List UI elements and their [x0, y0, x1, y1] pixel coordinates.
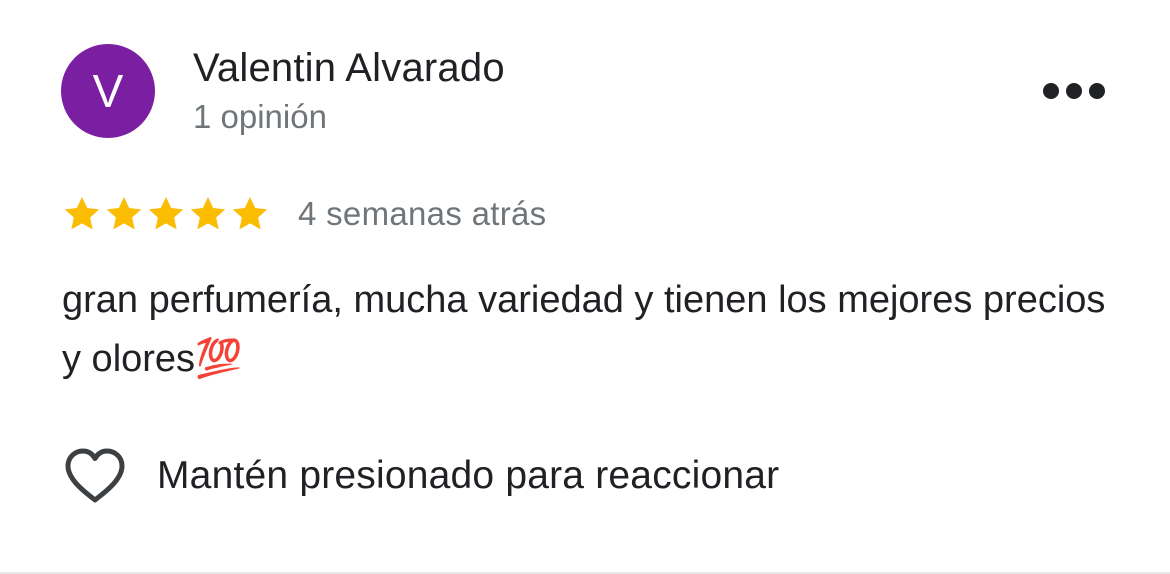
author-name[interactable]: Valentin Alvarado: [193, 44, 505, 92]
rating-row: 4 semanas atrás: [62, 192, 546, 236]
avatar[interactable]: V: [61, 44, 155, 138]
star-icon: [64, 197, 100, 230]
review-text: gran perfumería, mucha variedad y tienen…: [62, 279, 1106, 380]
star-icon: [232, 197, 268, 230]
review-timestamp: 4 semanas atrás: [298, 195, 547, 232]
more-horizontal-icon: [1043, 83, 1105, 99]
star-icon: [106, 197, 142, 230]
more-options-button[interactable]: [1036, 70, 1112, 112]
heart-outline-icon: [65, 448, 125, 503]
react-button[interactable]: Mantén presionado para reaccionar: [64, 446, 779, 506]
star-icon: [190, 197, 226, 230]
star-icon: [148, 197, 184, 230]
author-review-count: 1 opinión: [193, 98, 327, 135]
react-label: Mantén presionado para reaccionar: [157, 454, 780, 497]
review-card: V Valentin Alvarado 1 opinión 4 semanas …: [0, 0, 1170, 574]
star-rating: [62, 194, 270, 234]
